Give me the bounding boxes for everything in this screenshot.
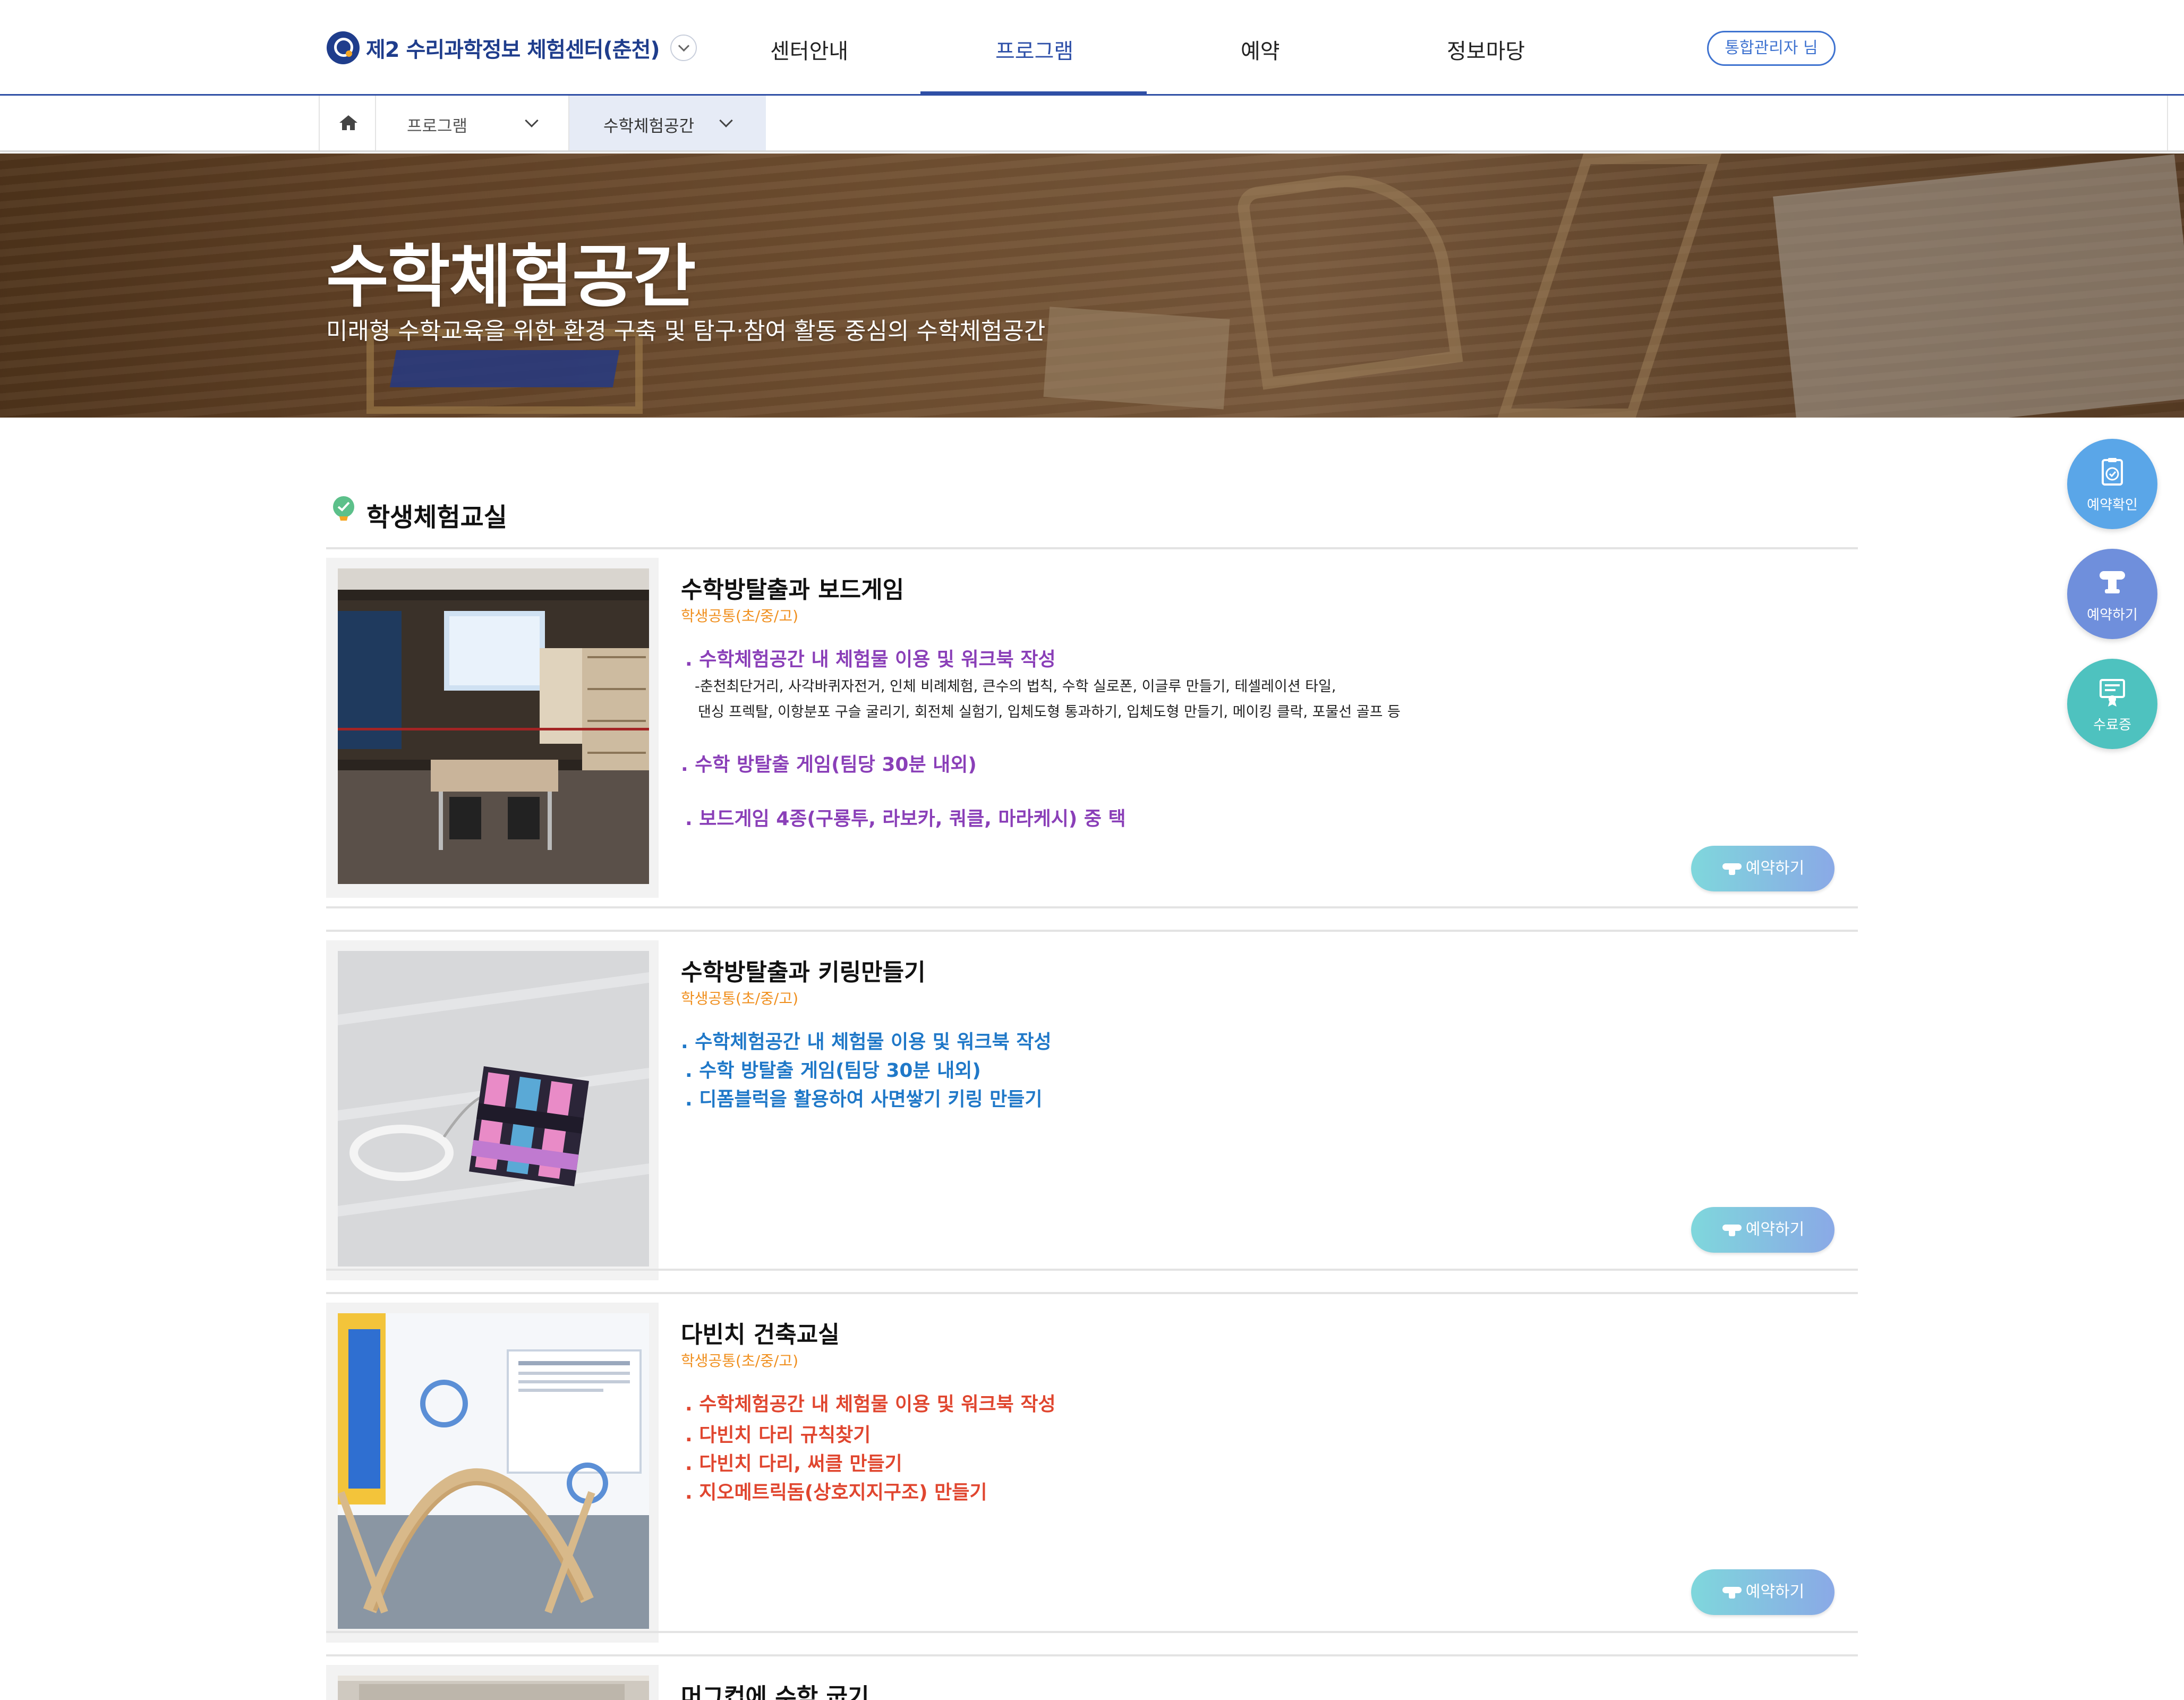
program-target: 학생공통(초/중/고) bbox=[681, 990, 799, 1007]
site-header: 제2 수리과학정보 체험센터(춘천) 센터안내 프로그램 예약 정보마당 통합관… bbox=[0, 0, 2184, 96]
program-description-line: . 수학 방탈출 게임(팀당 30분 내외) bbox=[681, 754, 977, 776]
program-description-line: . 수학체험공간 내 체험물 이용 및 워크북 작성 bbox=[685, 1393, 1056, 1415]
program-description-line: . 다빈치 다리, 써클 만들기 bbox=[685, 1453, 902, 1475]
breadcrumb-divider bbox=[2167, 96, 2168, 150]
breadcrumb-label: 프로그램 bbox=[407, 117, 468, 136]
quick-certificate[interactable]: 수료증 bbox=[2067, 659, 2157, 749]
section-title: 학생체험교실 bbox=[366, 503, 507, 532]
program-description-line: . 디폼블럭을 활용하여 사면쌓기 키링 만들기 bbox=[685, 1089, 1043, 1110]
program-description-line: . 보드게임 4종(구룡투, 라보카, 쿼클, 마라케시) 중 택 bbox=[685, 808, 1126, 830]
quick-make-reservation[interactable]: 예약하기 bbox=[2067, 549, 2157, 639]
reserve-button-label: 예약하기 bbox=[1745, 1220, 1805, 1239]
hand-phone-icon bbox=[2100, 571, 2125, 593]
program-title: 머그컵에 수학 굽기 bbox=[681, 1684, 869, 1700]
program-thumbnail-frame bbox=[326, 1665, 659, 1700]
chevron-down-icon bbox=[719, 114, 733, 128]
logo-text: 제2 수리과학정보 체험센터(춘천) bbox=[366, 38, 660, 62]
program-thumbnail-frame bbox=[326, 1303, 659, 1643]
certificate-icon bbox=[2100, 679, 2125, 707]
logo-mark-icon bbox=[327, 31, 360, 64]
program-thumbnail-frame bbox=[326, 558, 659, 898]
program-title: 수학방탈출과 보드게임 bbox=[681, 576, 905, 604]
program-description-line: . 수학 방탈출 게임(팀당 30분 내외) bbox=[685, 1060, 981, 1082]
program-detail-line: 댄싱 프렉탈, 이항분포 구슬 굴리기, 회전체 실험기, 입체도형 통과하기,… bbox=[698, 704, 1401, 720]
program-card: 다빈치 건축교실 학생공통(초/중/고) . 수학체험공간 내 체험물 이용 및… bbox=[326, 1292, 1858, 1643]
program-target: 학생공통(초/중/고) bbox=[681, 1352, 799, 1370]
program-card: 수학방탈출과 보드게임 학생공통(초/중/고) . 수학체험공간 내 체험물 이… bbox=[326, 547, 1858, 908]
program-photo-mug bbox=[338, 1676, 649, 1700]
program-photo-davinci-bridge bbox=[338, 1313, 649, 1629]
hand-phone-icon bbox=[1722, 1224, 1742, 1236]
breadcrumb-program-dropdown[interactable]: 프로그램 bbox=[376, 96, 569, 150]
program-description-line: . 다빈치 다리 규칙찾기 bbox=[685, 1424, 871, 1446]
active-nav-indicator bbox=[920, 91, 1147, 96]
nav-program[interactable]: 프로그램 bbox=[995, 34, 1073, 65]
site-switch-chevron-down-icon[interactable] bbox=[670, 35, 697, 61]
nav-reservation[interactable]: 예약 bbox=[1241, 34, 1280, 65]
card-divider bbox=[326, 906, 1858, 908]
program-photo-escape-room bbox=[338, 568, 649, 884]
clipboard-check-icon bbox=[2102, 458, 2123, 486]
admin-user-button[interactable]: 통합관리자 님 bbox=[1707, 31, 1836, 66]
hand-phone-icon bbox=[1722, 863, 1742, 875]
quick-menu-label: 예약확인 bbox=[2087, 497, 2138, 513]
reserve-button[interactable]: 예약하기 bbox=[1691, 846, 1835, 891]
reserve-button[interactable]: 예약하기 bbox=[1691, 1207, 1835, 1253]
card-divider bbox=[326, 1269, 1858, 1271]
reserve-button[interactable]: 예약하기 bbox=[1691, 1569, 1835, 1615]
nav-info-board[interactable]: 정보마당 bbox=[1447, 34, 1525, 65]
card-divider bbox=[326, 1631, 1858, 1633]
hand-phone-icon bbox=[1722, 1586, 1742, 1599]
breadcrumb-home[interactable] bbox=[319, 96, 376, 150]
lightbulb-icon bbox=[333, 496, 354, 521]
program-description-line: . 수학체험공간 내 체험물 이용 및 워크북 작성 bbox=[685, 649, 1056, 670]
breadcrumb-label: 수학체험공간 bbox=[603, 117, 695, 136]
page-title: 수학체험공간 bbox=[326, 237, 696, 317]
program-description-line: . 수학체험공간 내 체험물 이용 및 워크북 작성 bbox=[681, 1031, 1052, 1053]
page-subtitle: 미래형 수학교육을 위한 환경 구축 및 탐구·참여 활동 중심의 수학체험공간 bbox=[326, 318, 1046, 345]
program-card: 수학방탈출과 키링만들기 학생공통(초/중/고) . 수학체험공간 내 체험물 … bbox=[326, 930, 1858, 1280]
reserve-button-label: 예약하기 bbox=[1745, 1583, 1805, 1601]
program-photo-keyring bbox=[338, 951, 649, 1266]
home-icon bbox=[339, 115, 357, 130]
quick-menu-label: 수료증 bbox=[2093, 717, 2131, 733]
hero-banner: 수학체험공간 미래형 수학교육을 위한 환경 구축 및 탐구·참여 활동 중심의… bbox=[0, 154, 2184, 418]
program-description-line: . 지오메트릭돔(상호지지구조) 만들기 bbox=[685, 1482, 987, 1503]
quick-reservation-check[interactable]: 예약확인 bbox=[2067, 439, 2157, 529]
nav-center-info[interactable]: 센터안내 bbox=[770, 34, 848, 65]
chevron-down-icon bbox=[525, 114, 539, 128]
program-title: 다빈치 건축교실 bbox=[681, 1321, 840, 1348]
program-target: 학생공통(초/중/고) bbox=[681, 607, 799, 625]
program-thumbnail-frame bbox=[326, 940, 659, 1280]
breadcrumb: 프로그램 수학체험공간 bbox=[0, 96, 2184, 152]
program-detail-line: -춘천최단거리, 사각바퀴자전거, 인체 비례체험, 큰수의 법칙, 수학 실로… bbox=[695, 678, 1336, 695]
quick-menu-label: 예약하기 bbox=[2087, 607, 2138, 623]
breadcrumb-current-dropdown[interactable]: 수학체험공간 bbox=[569, 96, 766, 150]
program-card: 머그컵에 수학 굽기 bbox=[326, 1654, 1858, 1700]
program-title: 수학방탈출과 키링만들기 bbox=[681, 959, 926, 986]
site-logo[interactable]: 제2 수리과학정보 체험센터(춘천) bbox=[327, 29, 697, 66]
reserve-button-label: 예약하기 bbox=[1745, 859, 1805, 878]
